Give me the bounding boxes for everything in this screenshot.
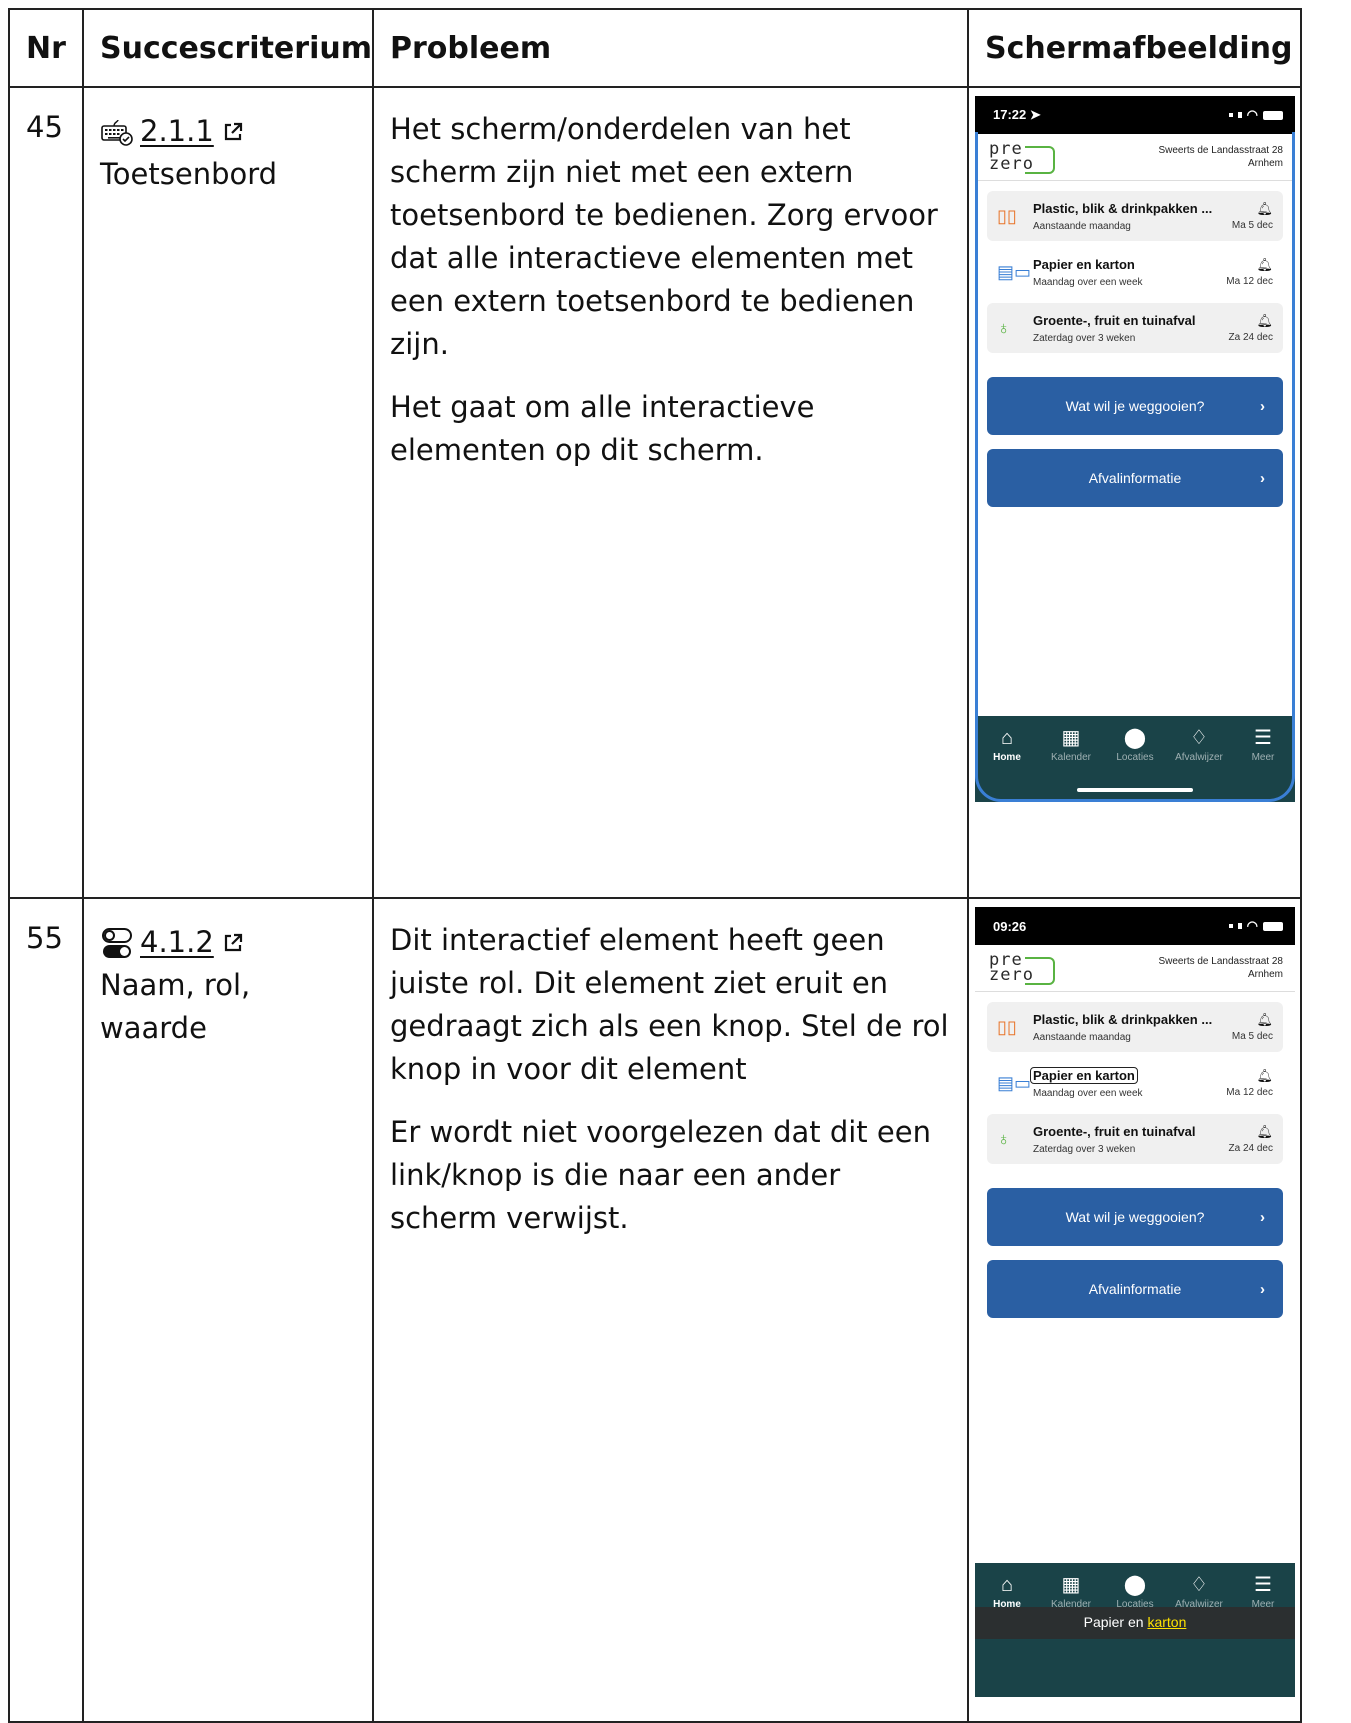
status-bar: 09:26 ◠ <box>975 907 1295 945</box>
header-nr: Nr <box>8 8 84 88</box>
findings-table: Nr Succescriterium Probleem Schermafbeel… <box>8 8 1302 1723</box>
bell-icon[interactable]: 🔔︎ <box>1226 1068 1273 1084</box>
bell-icon[interactable]: 🔔︎ <box>1226 257 1273 273</box>
criterion-cell: 2.1.1 Toetsenbord <box>82 86 374 899</box>
pickup-item[interactable]: ▯▯ Plastic, blik & drinkpakken ... Aansta… <box>987 1002 1283 1052</box>
app-header: pre zero Sweerts de Landasstraat 28 Arnhe… <box>975 945 1295 992</box>
table-row: 45 2.1.1 Toetsenbord Het scherm/onderdel… <box>8 86 1302 899</box>
plastic-bottles-icon: ▯▯ <box>997 205 1017 226</box>
calendar-icon: ▦ <box>1061 727 1081 749</box>
location-pin-icon: ⬤ <box>1123 727 1147 749</box>
problem-cell: Dit interactief element heeft geen juist… <box>372 897 969 1723</box>
keyboard-icon <box>101 119 133 146</box>
problem-paragraph: Dit interactief element heeft geen juist… <box>390 923 949 1086</box>
prezero-logo: pre zero <box>989 141 1055 174</box>
home-icon: ⌂ <box>1000 727 1014 749</box>
address: Sweerts de Landasstraat 28 Arnhem <box>1158 145 1283 169</box>
chevron-right-icon: › <box>1260 397 1265 415</box>
toggle-icon <box>102 927 132 958</box>
problem-paragraph: Het scherm/onderdelen van het scherm zij… <box>390 112 938 361</box>
tab-home[interactable]: ⌂ Home <box>977 726 1037 802</box>
wifi-icon: ◠ <box>1246 918 1258 933</box>
afvalinformatie-button[interactable]: Afvalinformatie › <box>987 1260 1283 1318</box>
list-icon: ☰ <box>1254 727 1272 749</box>
afvalinformatie-button[interactable]: Afvalinformatie › <box>987 449 1283 507</box>
problem-paragraph: Er wordt niet voorgelezen dat dit een li… <box>390 1115 931 1235</box>
lightbulb-icon: ♢ <box>1190 727 1208 749</box>
screenshot-cell: 09:26 ◠ pre zero Sweerts de Landasstraat … <box>967 897 1302 1723</box>
criterion-link[interactable]: 4.1.2 <box>140 921 214 964</box>
screenshot-cell: 17:22 ➤ ◠ pre zero Sweerts de Landasstraa… <box>967 86 1302 899</box>
header-problem: Probleem <box>372 8 969 88</box>
table-row: 55 4.1.2 Naam, rol, waarde Dit interacti… <box>8 897 1302 1723</box>
home-indicator <box>1077 788 1193 792</box>
tab-bar: ⌂ Home ▦ Kalender ⬤ Locaties ♢ Afvalwijzer ☰… <box>975 1563 1295 1697</box>
tab-bar: ⌂ Home ▦ Kalender ⬤ Locaties ♢ Afvalwijzer ☰… <box>975 716 1295 802</box>
apple-core-icon: ♁ <box>997 1128 1011 1149</box>
criterion-name: Toetsenbord <box>100 157 278 191</box>
wifi-icon: ◠ <box>1246 107 1258 122</box>
problem-paragraph: Het gaat om alle interactieve elementen … <box>390 390 815 467</box>
list-icon: ☰ <box>1254 1574 1272 1596</box>
problem-cell: Het scherm/onderdelen van het scherm zij… <box>372 86 969 899</box>
phone-screenshot: 09:26 ◠ pre zero Sweerts de Landasstraat … <box>975 907 1295 1697</box>
status-icons: ◠ <box>1228 918 1283 934</box>
pickup-item[interactable]: ♁ Groente-, fruit en tuinafval Zaterdag o… <box>987 1114 1283 1164</box>
status-time: 17:22 <box>993 107 1027 122</box>
criterion-link[interactable]: 2.1.1 <box>140 110 214 153</box>
header-row: Nr Succescriterium Probleem Schermafbeel… <box>8 8 1302 88</box>
pickup-item[interactable]: ▤▭ Papier en karton Maandag over een week… <box>987 1058 1283 1108</box>
battery-icon <box>1263 921 1283 931</box>
status-bar: 17:22 ➤ ◠ <box>975 96 1295 134</box>
header-criterion: Succescriterium <box>82 8 374 88</box>
prezero-logo: pre zero <box>989 952 1055 985</box>
wat-wil-je-weggooien-button[interactable]: Wat wil je weggooien? › <box>987 1188 1283 1246</box>
screen-reader-caption: Papier en karton <box>975 1607 1295 1639</box>
battery-icon <box>1263 110 1283 120</box>
focused-element: Papier en karton <box>1030 1067 1138 1084</box>
bell-icon[interactable]: 🔔︎ <box>1229 313 1273 329</box>
location-pin-icon: ⬤ <box>1123 1574 1147 1596</box>
row-number: 55 <box>8 897 84 1723</box>
row-number: 45 <box>8 86 84 899</box>
plastic-bottles-icon: ▯▯ <box>997 1016 1017 1037</box>
external-link-icon <box>224 933 242 951</box>
address: Sweerts de Landasstraat 28 Arnhem <box>1158 956 1283 980</box>
paper-icon: ▤▭ <box>997 261 1032 282</box>
chevron-right-icon: › <box>1260 1208 1265 1226</box>
calendar-icon: ▦ <box>1061 1574 1081 1596</box>
bell-icon[interactable]: 🔔︎ <box>1232 1012 1273 1028</box>
chevron-right-icon: › <box>1260 469 1265 487</box>
external-link-icon <box>224 122 242 140</box>
home-icon: ⌂ <box>1000 1574 1014 1596</box>
tab-meer[interactable]: ☰ Meer <box>1233 726 1293 802</box>
lightbulb-icon: ♢ <box>1190 1574 1208 1596</box>
pickup-item[interactable]: ▯▯ Plastic, blik & drinkpakken ... Aansta… <box>987 191 1283 241</box>
wat-wil-je-weggooien-button[interactable]: Wat wil je weggooien? › <box>987 377 1283 435</box>
chevron-right-icon: › <box>1260 1280 1265 1298</box>
status-time: 09:26 <box>993 918 1027 934</box>
bell-icon[interactable]: 🔔︎ <box>1229 1124 1273 1140</box>
criterion-name: Naam, rol, waarde <box>100 968 251 1045</box>
bell-icon[interactable]: 🔔︎ <box>1232 201 1273 217</box>
apple-core-icon: ♁ <box>997 317 1011 338</box>
location-arrow-icon: ➤ <box>1029 107 1041 122</box>
app-header: pre zero Sweerts de Landasstraat 28 Arnhe… <box>975 134 1295 181</box>
header-screenshot: Schermafbeelding <box>967 8 1302 88</box>
pickup-item[interactable]: ♁ Groente-, fruit en tuinafval Zaterdag o… <box>987 303 1283 353</box>
criterion-cell: 4.1.2 Naam, rol, waarde <box>82 897 374 1723</box>
pickup-item[interactable]: ▤▭ Papier en karton Maandag over een week… <box>987 247 1283 297</box>
phone-screenshot: 17:22 ➤ ◠ pre zero Sweerts de Landasstraa… <box>975 96 1295 802</box>
paper-icon: ▤▭ <box>997 1072 1032 1093</box>
status-icons: ◠ <box>1228 107 1283 123</box>
